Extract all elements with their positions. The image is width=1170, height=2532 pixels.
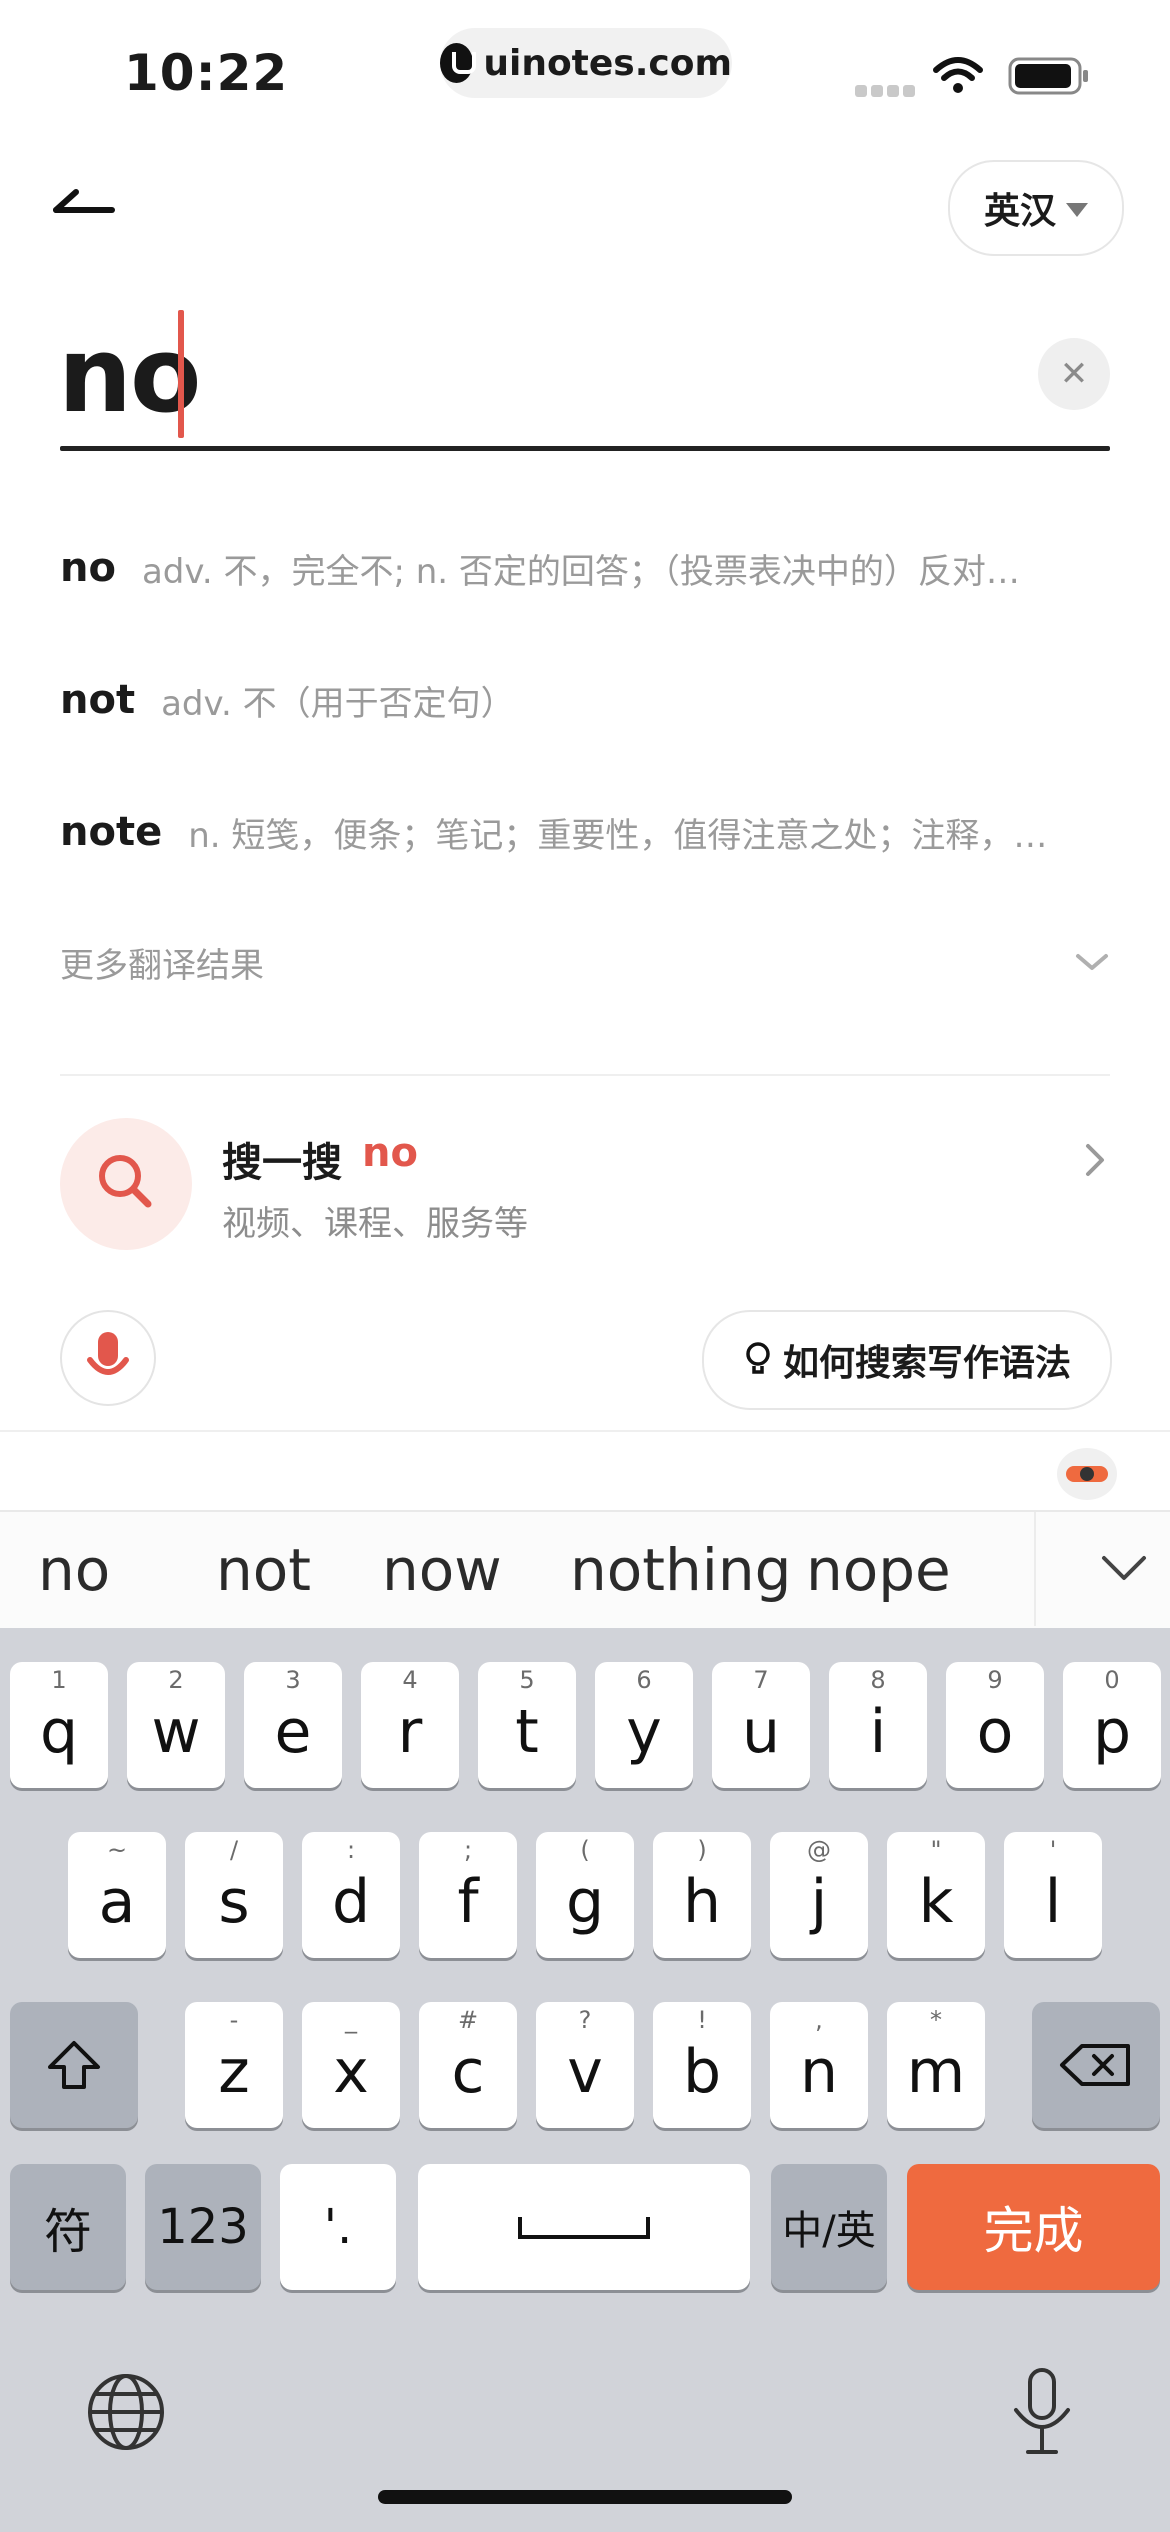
divider [60,1074,1110,1076]
wifi-icon [933,57,983,93]
prediction-word[interactable]: not [216,1530,311,1610]
suggestion-word: not [60,677,136,723]
search-icon [99,1155,152,1208]
key-h[interactable]: ) h [653,1832,751,1958]
key-t[interactable]: 5t [478,1662,576,1788]
key-d[interactable]: :d [302,1832,400,1958]
punctuation-key[interactable]: '. [280,2164,396,2290]
suggestion-word: note [60,809,163,855]
done-key[interactable]: 完成 [907,2164,1160,2290]
key-g[interactable]: (g [536,1832,634,1958]
language-switch-key[interactable]: 中/英 [771,2164,887,2290]
divider [1034,1512,1036,1626]
key-k[interactable]: " k [887,1832,985,1958]
delete-key[interactable] [1032,2002,1160,2128]
collapse-predictions-icon[interactable] [1098,1548,1150,1588]
howto-search-button[interactable]: 如何搜索写作语法 [702,1310,1112,1410]
suggestion-word: no [60,545,116,591]
search-underline [60,446,1110,451]
shift-key[interactable] [10,2002,138,2128]
key-a[interactable]: ~ a [68,1832,166,1958]
key-j[interactable]: @ j [770,1832,868,1958]
key-u[interactable]: 7u [712,1662,810,1788]
battery-icon [1008,57,1088,95]
mascot-icon[interactable] [1054,1440,1120,1502]
search-card-icon-bg[interactable] [60,1118,192,1250]
key-l[interactable]: ' l [1004,1832,1102,1958]
suggestion-item[interactable]: not adv. 不（用于否定句） [60,660,1110,740]
space-bar-icon [518,2217,650,2239]
search-card-title[interactable]: 搜一搜 no [222,1130,418,1188]
numbers-key[interactable]: 123 [145,2164,261,2290]
key-q[interactable]: 1q [10,1662,108,1788]
chevron-down-icon [1076,954,1108,970]
backspace-icon [1060,2044,1130,2086]
search-card-label: 搜一搜 [222,1140,342,1186]
key-w[interactable]: 2w [127,1662,225,1788]
key-n[interactable]: ,n [770,2002,868,2128]
key-x[interactable]: _ x [302,2002,400,2128]
prediction-word[interactable]: no [38,1530,110,1610]
suggestion-definition: n. 短笺，便条；笔记；重要性，值得注意之处；注释，… [188,815,1048,856]
back-arrow-icon[interactable] [52,180,122,230]
key-y[interactable]: 6y [595,1662,693,1788]
shift-icon [48,2041,100,2089]
home-indicator[interactable] [378,2490,792,2504]
suggestion-definition: adv. 不，完全不; n. 否定的回答；（投票表决中的）反对… [141,551,1020,592]
microphone-icon [87,1332,129,1375]
url-text: uinotes.com [483,42,732,84]
more-results-row[interactable]: 更多翻译结果 [60,922,1110,1002]
language-label: 英汉 [983,191,1056,232]
text-cursor [178,310,184,438]
prediction-word[interactable]: nope [806,1530,951,1610]
key-o[interactable]: 9o [946,1662,1044,1788]
status-time: 10:22 [124,44,289,102]
key-v[interactable]: ? v [536,2002,634,2128]
url-pill: uinotes.com [440,28,732,98]
prediction-word[interactable]: now [382,1530,502,1610]
divider [0,1430,1170,1432]
cellular-signal-icon [855,85,915,97]
search-card-subtitle: 视频、课程、服务等 [222,1204,528,1244]
language-selector[interactable]: 英汉 [948,160,1124,256]
key-s[interactable]: / s [185,1832,283,1958]
lightbulb-icon [746,1342,770,1374]
howto-label: 如何搜索写作语法 [782,1343,1071,1384]
symbols-key[interactable]: 符 [10,2164,126,2290]
key-r[interactable]: 4r [361,1662,459,1788]
site-logo-icon [440,43,477,83]
key-i[interactable]: 8i [829,1662,927,1788]
globe-icon[interactable] [84,2370,168,2454]
dictation-microphone-icon[interactable] [1006,2364,1078,2460]
space-key[interactable] [418,2164,750,2290]
more-results-label: 更多翻译结果 [60,945,264,986]
key-z[interactable]: -z [185,2002,283,2128]
key-m[interactable]: * m [887,2002,985,2128]
prediction-word[interactable]: nothing [570,1530,791,1610]
voice-input-button[interactable] [60,1310,156,1406]
close-icon: ✕ [1059,354,1089,394]
key-p[interactable]: 0p [1063,1662,1161,1788]
dropdown-caret-icon [1066,203,1088,217]
search-card-keyword: no [362,1130,418,1176]
suggestion-item[interactable]: note n. 短笺，便条；笔记；重要性，值得注意之处；注释，… [60,792,1110,872]
suggestion-definition: adv. 不（用于否定句） [161,683,515,724]
key-c[interactable]: # c [419,2002,517,2128]
chevron-right-icon[interactable] [1076,1140,1116,1180]
clear-input-button[interactable]: ✕ [1038,338,1110,410]
key-e[interactable]: 3e [244,1662,342,1788]
key-f[interactable]: ; f [419,1832,517,1958]
key-b[interactable]: ! b [653,2002,751,2128]
suggestion-item[interactable]: no adv. 不，完全不; n. 否定的回答；（投票表决中的）反对… [60,528,1110,608]
